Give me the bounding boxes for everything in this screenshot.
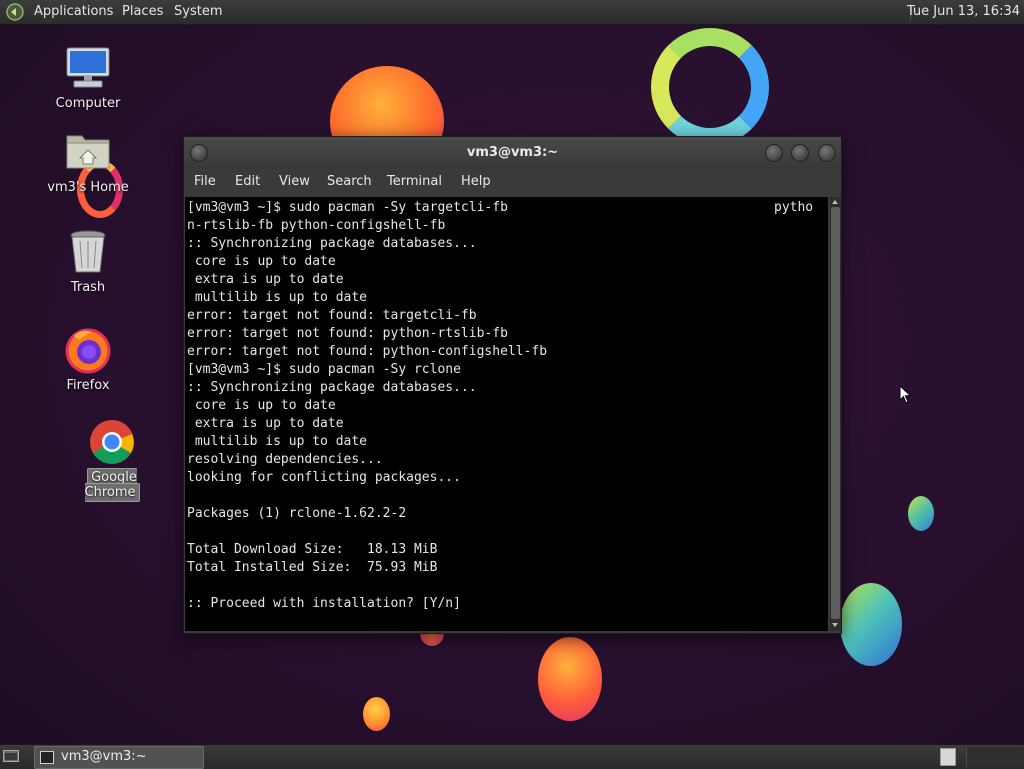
terminal-line: error: target not found: python-configsh… [187,344,548,359]
terminal-window[interactable]: vm3@vm3:~ File Edit View Search Terminal… [183,136,842,634]
terminal-line: :: Proceed with installation? [Y/n] [187,596,461,611]
chrome-icon [88,418,136,466]
wallpaper-pink-blob [538,637,602,721]
firefox-icon [64,326,112,374]
clock[interactable]: Tue Jun 13, 16:34 [907,4,1020,19]
home-folder-icon [64,128,112,176]
wallpaper-small-orange [363,697,390,731]
desktop-icon-firefox[interactable]: Firefox [40,326,136,393]
bottom-panel: vm3@vm3:~ [0,744,1024,769]
terminal-line: Total Download Size: 18.13 MiB [187,542,438,557]
terminal-line: multilib is up to date [187,290,368,305]
desktop-icon-trash[interactable]: Trash [40,228,136,295]
terminal-line: core is up to date [187,254,336,269]
workspace-switcher[interactable] [966,747,1023,767]
workspace-switcher-active[interactable] [940,748,956,766]
window-title: vm3@vm3:~ [466,145,559,160]
terminal-line: Total Installed Size: 75.93 MiB [187,560,438,575]
wallpaper-green-blue-blob [840,583,902,666]
terminal-line: multilib is up to date [187,434,368,449]
terminal-icon [40,751,54,764]
terminal-line: extra is up to date [187,416,344,431]
mouse-cursor-icon [899,385,912,404]
menu-edit[interactable]: Edit [235,174,260,189]
close-button[interactable] [818,144,836,162]
taskbar-terminal-button[interactable]: vm3@vm3:~ [34,746,204,769]
desktop-icon-chrome[interactable]: Google Chrome [58,418,166,502]
terminal-line: [vm3@vm3 ~]$ sudo pacman -Sy rclone [187,362,461,377]
trash-icon [64,228,112,276]
terminal-output[interactable]: [vm3@vm3 ~]$ sudo pacman -Sy targetcli-f… [185,197,828,631]
desktop-icon-home[interactable]: vm3's Home [40,128,136,195]
terminal-line: :: Synchronizing package databases... [187,236,477,251]
distro-logo-icon[interactable] [6,3,24,21]
top-panel: Applications Places System Tue Jun 13, 1… [0,0,1024,25]
terminal-line: error: target not found: python-rtslib-f… [187,326,508,341]
terminal-line: resolving dependencies... [187,452,383,467]
desktop-icon-label: Google Chrome [84,468,140,502]
terminal-line: core is up to date [187,398,336,413]
menu-help[interactable]: Help [461,174,491,189]
show-desktop-icon[interactable] [3,749,19,763]
terminal-menubar: File Edit View Search Terminal Help [184,169,841,197]
terminal-line: error: target not found: targetcli-fb [187,308,477,323]
terminal-line: looking for conflicting packages... [187,470,461,485]
computer-icon [64,44,112,92]
terminal-line: extra is up to date [187,272,344,287]
terminal-scrollbar[interactable] [830,197,841,631]
desktop-icon-label: vm3's Home [47,180,129,195]
window-titlebar[interactable]: vm3@vm3:~ [184,137,841,169]
menu-applications[interactable]: Applications [34,4,113,19]
menu-search[interactable]: Search [327,174,372,189]
terminal-line: :: Synchronizing package databases... [187,380,477,395]
scroll-up-icon[interactable] [832,200,838,204]
terminal-line: Packages (1) rclone-1.62.2-2 [187,506,407,521]
desktop-icon-computer[interactable]: Computer [40,44,136,111]
scrollbar-thumb[interactable] [831,207,840,619]
terminal-line: [vm3@vm3 ~]$ sudo pacman -Sy targetcli-f… [187,200,814,215]
maximize-button[interactable] [791,144,809,162]
menu-view[interactable]: View [279,174,310,189]
menu-system[interactable]: System [174,4,222,19]
desktop-icon-label: Trash [70,280,106,295]
minimize-button[interactable] [765,144,783,162]
menu-places[interactable]: Places [122,4,163,19]
desktop-icon-label: Computer [55,96,121,111]
terminal-text: [vm3@vm3 ~]$ sudo pacman -Sy targetcli-f… [185,197,828,613]
wallpaper-ring [651,28,769,146]
wallpaper-small-green-blob [908,496,934,531]
menu-file[interactable]: File [194,174,216,189]
desktop-icon-label: Firefox [66,378,110,393]
menu-terminal[interactable]: Terminal [387,174,442,189]
taskbar-label: vm3@vm3:~ [61,749,147,764]
scroll-down-icon[interactable] [832,623,838,627]
terminal-line: n-rtslib-fb python-configshell-fb [187,218,446,233]
